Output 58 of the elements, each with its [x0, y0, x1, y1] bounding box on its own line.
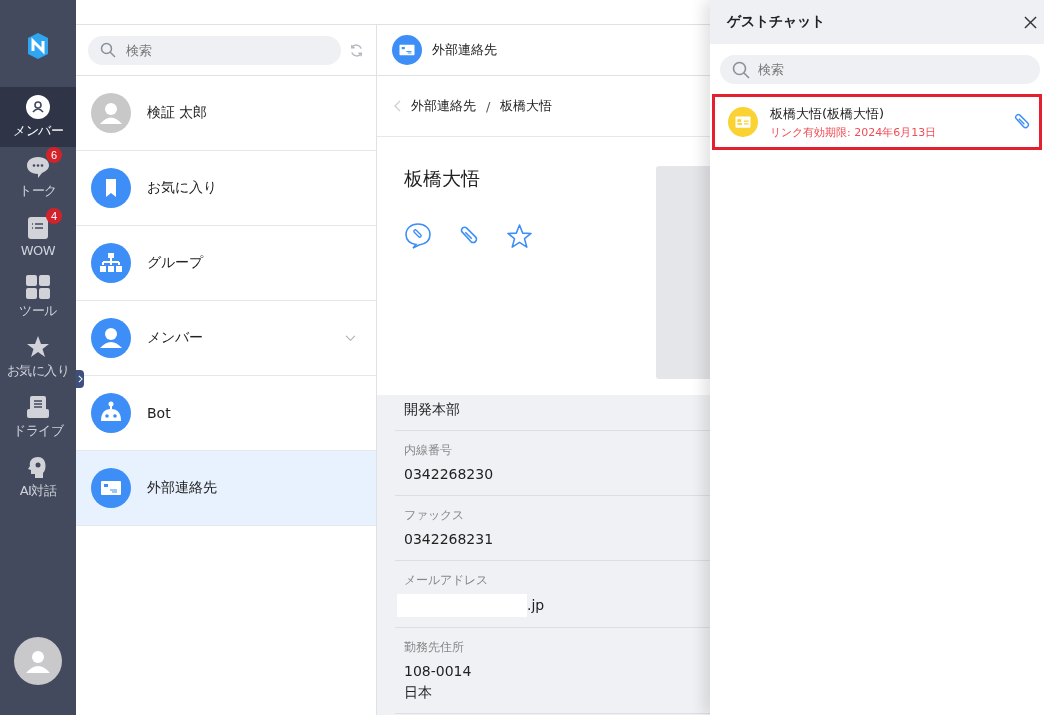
field-label: ファックス	[404, 507, 465, 524]
guest-chat-item[interactable]: 板橋大悟(板橋大悟) リンク有効期限: 2024年6月13日	[712, 94, 1042, 150]
field-label: 内線番号	[404, 442, 453, 459]
refresh-icon[interactable]	[349, 42, 364, 58]
category-item[interactable]: お気に入り	[76, 151, 376, 226]
guest-name: 板橋大悟(板橋大悟)	[770, 104, 886, 123]
field-label: 勤務先住所	[404, 639, 465, 656]
grid-icon	[26, 274, 50, 299]
category-item[interactable]: 検証 太郎	[76, 76, 376, 151]
star-icon	[26, 334, 50, 359]
field-value: 日本	[404, 683, 432, 702]
person-icon	[91, 318, 131, 358]
link-expiry: リンク有効期限: 2024年6月13日	[770, 124, 938, 140]
org-chart-icon	[91, 243, 131, 283]
expand-handle[interactable]	[76, 370, 84, 388]
field-value: 0342268230	[404, 465, 494, 484]
nav-item[interactable]: AI対話	[0, 447, 76, 507]
nav-item[interactable]: 6 トーク	[0, 147, 76, 207]
category-item[interactable]: グループ	[76, 226, 376, 301]
chat-link-icon[interactable]	[404, 222, 432, 250]
contact-card-icon	[728, 107, 758, 137]
search-icon	[732, 60, 750, 79]
contact-card-icon	[91, 468, 131, 508]
drive-icon	[26, 394, 50, 419]
contact-name: 板橋大悟	[404, 166, 481, 191]
nav-item[interactable]: ツール	[0, 267, 76, 327]
star-icon[interactable]	[506, 222, 533, 250]
nav-item[interactable]: お気に入り	[0, 327, 76, 387]
chevron-right-icon	[77, 375, 83, 383]
bookmark-icon	[91, 168, 131, 208]
field-label: メールアドレス	[404, 572, 489, 589]
field-value: .jp	[527, 596, 545, 615]
contact-card-icon	[392, 35, 422, 65]
breadcrumb-separator: /	[486, 98, 491, 114]
field-value: 108-0014	[404, 662, 472, 681]
panel-title: 外部連絡先	[432, 41, 497, 59]
document-icon	[26, 216, 50, 240]
breadcrumb-item: 板橋大悟	[500, 97, 553, 115]
field-value: 開発本部	[404, 400, 460, 419]
close-icon[interactable]	[1024, 15, 1037, 29]
field-value: 0342268231	[404, 530, 494, 549]
breadcrumb-item[interactable]: 外部連絡先	[411, 97, 476, 115]
category-item[interactable]: メンバー	[76, 301, 376, 376]
unread-badge: 4	[46, 208, 62, 224]
person-icon	[26, 94, 50, 119]
nav-item[interactable]: ドライブ	[0, 387, 76, 447]
person-avatar-icon	[91, 93, 131, 133]
panel-title: ゲストチャット	[727, 13, 825, 31]
search-icon	[100, 42, 116, 58]
chevron-down-icon[interactable]	[345, 334, 356, 342]
category-item[interactable]: 外部連絡先	[76, 451, 376, 526]
user-avatar[interactable]	[14, 637, 62, 685]
nav-item[interactable]: メンバー	[0, 87, 76, 147]
search-field[interactable]: 検索	[88, 35, 341, 65]
search-field[interactable]: 検索	[720, 55, 1040, 84]
chat-bubble-icon	[26, 154, 50, 179]
robot-icon	[91, 393, 131, 433]
nav-item[interactable]: 4 WOW	[0, 207, 76, 267]
